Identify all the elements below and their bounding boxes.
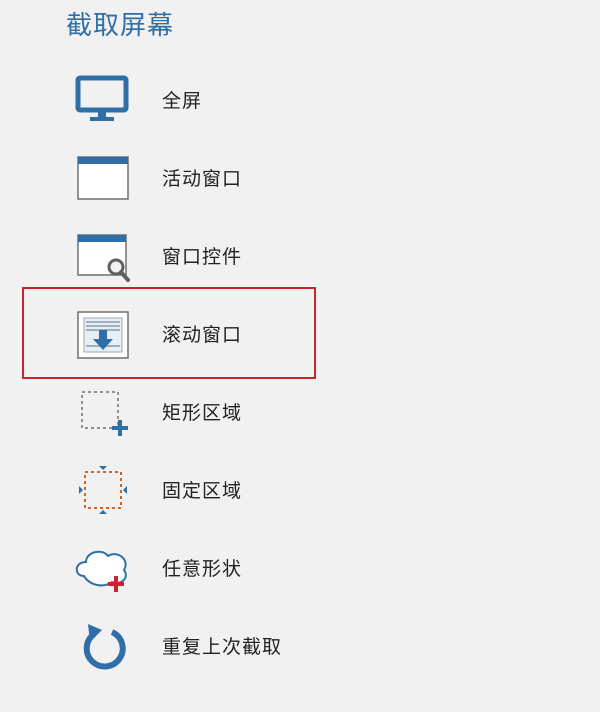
monitor-icon (68, 74, 138, 130)
window-control-icon (68, 230, 138, 286)
panel-title: 截取屏幕 (66, 11, 175, 41)
menu-item-label: 滚动窗口 (162, 324, 243, 346)
menu-item-freeform-shape[interactable]: 任意形状 (0, 530, 600, 608)
menu-item-label: 矩形区域 (162, 402, 243, 424)
menu-item-label: 任意形状 (162, 558, 243, 580)
rectangle-region-icon (68, 386, 138, 442)
menu-item-scroll-window[interactable]: 滚动窗口 (0, 296, 600, 374)
menu-item-label: 固定区域 (162, 480, 243, 502)
menu-item-repeat-last-capture[interactable]: 重复上次截取 (0, 608, 600, 686)
menu-item-active-window[interactable]: 活动窗口 (0, 140, 600, 218)
capture-screen-panel: 截取屏幕 全屏 活动窗口 窗口控件 滚动窗口 矩形区域 固定区域 任意形状 重复… (0, 0, 600, 712)
menu-item-label: 全屏 (162, 90, 203, 112)
menu-item-label: 活动窗口 (162, 168, 243, 190)
scroll-window-icon (68, 308, 138, 364)
menu-item-rectangle-region[interactable]: 矩形区域 (0, 374, 600, 452)
menu-item-label: 窗口控件 (162, 246, 243, 268)
freeform-shape-icon (68, 542, 138, 598)
menu-item-fullscreen[interactable]: 全屏 (0, 62, 600, 140)
repeat-last-capture-icon (68, 620, 138, 676)
menu-item-fixed-region[interactable]: 固定区域 (0, 452, 600, 530)
active-window-icon (68, 152, 138, 208)
menu-item-label: 重复上次截取 (162, 636, 283, 658)
fixed-region-icon (68, 464, 138, 520)
menu-item-window-control[interactable]: 窗口控件 (0, 218, 600, 296)
